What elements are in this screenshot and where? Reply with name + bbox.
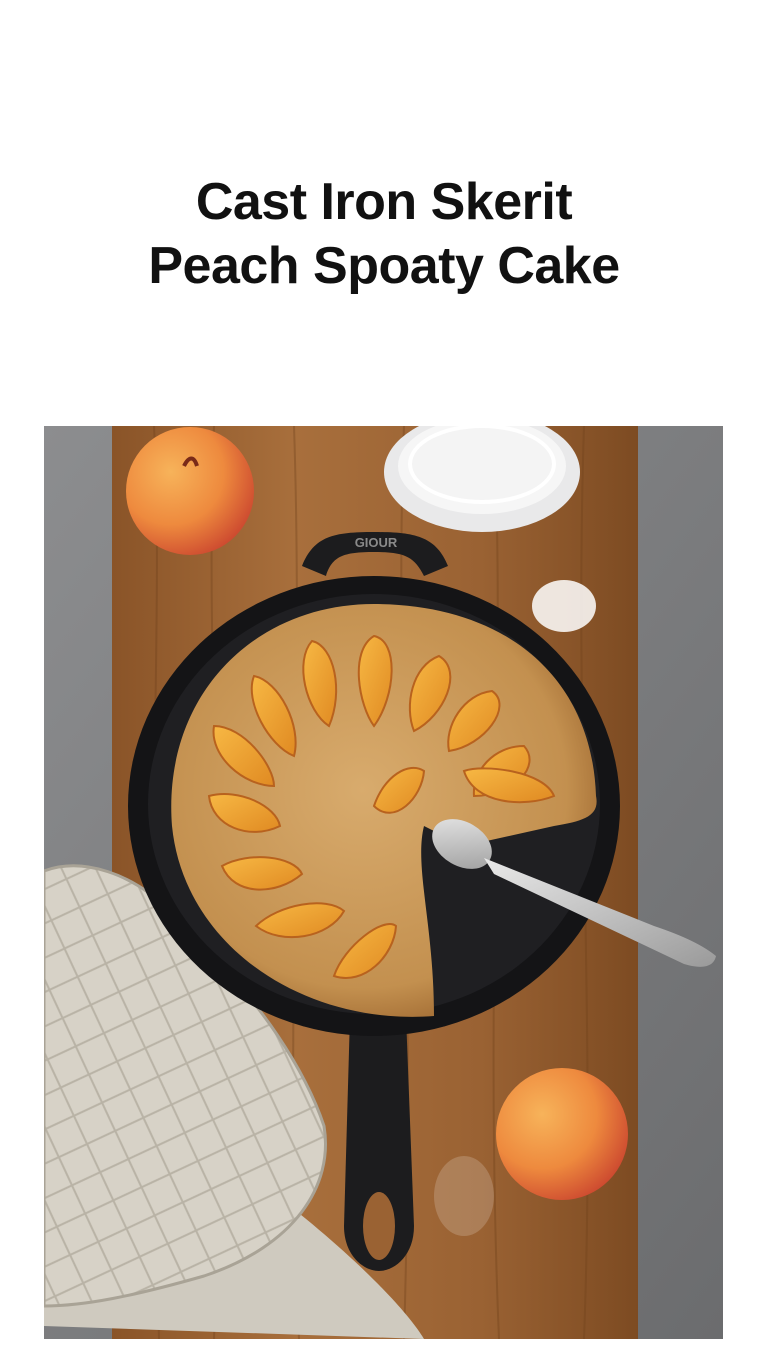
title-line-1: Cast Iron Skerit (195, 173, 573, 231)
recipe-photo: GIOUR (44, 426, 723, 1339)
peach-top (126, 427, 254, 555)
photo-illustration: GIOUR (44, 426, 723, 1339)
peach-bottom (496, 1068, 628, 1200)
skillet-handle-text: GIOUR (355, 535, 398, 550)
page-title: Cast Iron Skerit Peach Spoaty Cake (0, 170, 768, 298)
page: Cast Iron Skerit Peach Spoaty Cake GIOUR (0, 0, 768, 1365)
title-line-2: Peach Spoaty Cake (148, 237, 620, 295)
sugar-sprinkle (532, 580, 596, 632)
skillet-handle (344, 1016, 414, 1271)
